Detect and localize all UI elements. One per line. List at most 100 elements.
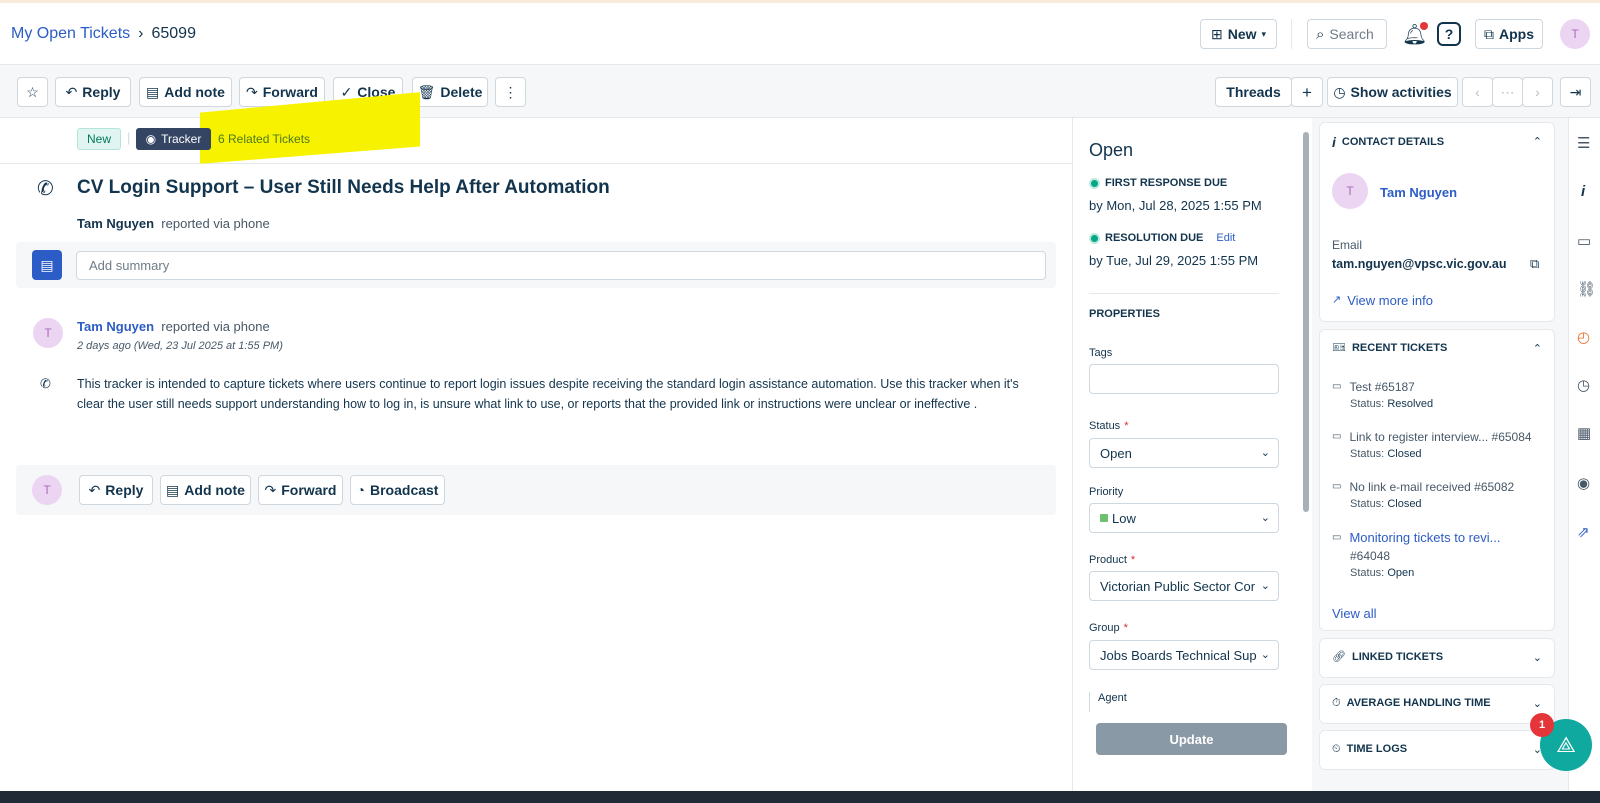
product-label-text: Product — [1089, 554, 1127, 566]
help-icon[interactable]: ? — [1437, 22, 1461, 46]
new-button[interactable]: ⊞ New ▾ — [1200, 19, 1277, 49]
resolution-edit-link[interactable]: Edit — [1216, 232, 1235, 244]
contact-details-heading: CONTACT DETAILS — [1341, 136, 1445, 148]
timer-icon[interactable]: ◴ — [1577, 328, 1590, 346]
reply-avatar: T — [32, 475, 62, 505]
average-handling-time-card[interactable]: ⏱︎ AVERAGE HANDLING TIME ⌄ — [1319, 684, 1555, 724]
stopwatch-icon[interactable]: ◷ — [1577, 376, 1590, 394]
next-ticket-button[interactable]: › — [1522, 77, 1553, 107]
recent-ticket-item[interactable]: ▭ No link e-mail received #65082 Status: … — [1332, 480, 1514, 510]
recent-ticket-number: #64048 — [1350, 549, 1391, 563]
recent-ticket-item[interactable]: ▭ Link to register interview... #65084 St… — [1332, 430, 1532, 460]
recent-tickets-header[interactable]: 🎫︎ RECENT TICKETS — [1332, 342, 1447, 354]
check-circle-icon: ✓ — [340, 84, 353, 100]
link-icon[interactable]: ⛓︎ — [1577, 280, 1596, 298]
properties-scrollbar-thumb[interactable] — [1303, 132, 1309, 512]
header-divider — [1291, 19, 1292, 49]
tracker-badge: ◉ Tracker — [136, 128, 211, 150]
first-response-due-value: by Mon, Jul 28, 2025 1:55 PM — [1089, 198, 1262, 213]
search-button[interactable]: ⌕ Search — [1307, 19, 1387, 49]
breadcrumb-my-open-tickets[interactable]: My Open Tickets — [11, 25, 130, 42]
update-button[interactable]: Update — [1096, 723, 1287, 755]
user-avatar[interactable]: T — [1560, 19, 1590, 49]
ticket-main: New | ◉ Tracker 6 Related Tickets ✆ CV Lo… — [0, 118, 1072, 791]
status-prefix: Status: — [1350, 498, 1385, 510]
message-header: Tam Nguyen reported via phone — [77, 319, 270, 334]
show-activities-button[interactable]: ◷ Show activities — [1327, 77, 1458, 107]
star-icon: ☆ — [26, 84, 39, 100]
status-select[interactable]: Open ⌄ — [1089, 438, 1279, 468]
product-select[interactable]: Victorian Public Sector Cor ⌄ — [1089, 571, 1279, 601]
reporter-name[interactable]: Tam Nguyen — [77, 216, 154, 231]
copy-icon[interactable]: ⧉ — [1530, 256, 1539, 272]
app-header: My Open Tickets › 65099 ⊞ New ▾ ⌕ Search 🔔… — [0, 3, 1600, 65]
priority-label: Priority — [1089, 486, 1124, 498]
recent-ticket-item[interactable]: ▭ Monitoring tickets to revi... #64048 St… — [1332, 530, 1500, 579]
filters-icon[interactable]: ☰ — [1577, 134, 1590, 152]
chevron-up-icon[interactable]: ⌃ — [1533, 342, 1542, 355]
product-label: Product * — [1089, 554, 1135, 566]
chevron-up-icon[interactable]: ⌃ — [1533, 135, 1542, 148]
previous-ticket-button[interactable]: ‹ — [1462, 77, 1493, 107]
add-note-button[interactable]: ▤ Add note — [139, 77, 232, 107]
chevron-down-icon: ⌄ — [1532, 652, 1542, 664]
delete-button[interactable]: 🗑︎ Delete — [412, 77, 488, 107]
summary-document-icon: ▤ — [32, 250, 62, 280]
reply-bar-reply-button[interactable]: ↶ Reply — [79, 475, 153, 505]
status-dot-icon — [1089, 177, 1100, 189]
apps-button[interactable]: ⧉ Apps — [1475, 19, 1543, 49]
recent-tickets-heading: RECENT TICKETS — [1351, 342, 1448, 354]
view-more-info-link[interactable]: ↗ View more info — [1332, 293, 1433, 308]
message-body: This tracker is intended to capture tick… — [77, 377, 1019, 411]
ticket-nav-more-button[interactable]: ⋯ — [1492, 77, 1523, 107]
ticket-icon[interactable]: ▭ — [1577, 232, 1591, 250]
toggle-sidebar-button[interactable]: ⇥ — [1560, 77, 1591, 107]
time-logs-card[interactable]: ⏲︎ TIME LOGS ⌄ — [1319, 730, 1555, 770]
chevron-right-icon: › — [138, 25, 144, 42]
message-author-name[interactable]: Tam Nguyen — [77, 319, 154, 334]
recent-ticket-title: Test #65187 — [1349, 380, 1415, 394]
view-all-link[interactable]: View all — [1332, 606, 1377, 621]
time-logs-header: ⏲︎ TIME LOGS — [1332, 743, 1407, 755]
contact-details-header[interactable]: i CONTACT DETAILS — [1332, 135, 1444, 149]
target-icon[interactable]: ◉ — [1577, 474, 1590, 492]
aht-header: ⏱︎ AVERAGE HANDLING TIME — [1332, 697, 1491, 709]
required-asterisk: * — [1124, 420, 1129, 432]
chevron-down-icon: ⌄ — [1257, 446, 1270, 459]
reply-bar-add-note-button[interactable]: ▤ Add note — [160, 475, 251, 505]
email-label: Email — [1332, 238, 1363, 252]
recent-ticket-status: Status: Open — [1332, 567, 1500, 579]
recent-ticket-status: Status: Closed — [1332, 448, 1532, 460]
product-value: Victorian Public Sector Cor — [1100, 578, 1256, 594]
linked-tickets-header: 🔗︎ LINKED TICKETS — [1332, 651, 1443, 663]
group-select[interactable]: Jobs Boards Technical Sup ⌄ — [1089, 640, 1279, 670]
status-value: Resolved — [1387, 398, 1434, 410]
calendar-icon[interactable]: ▦ — [1577, 424, 1591, 442]
integration-icon[interactable]: ⇗ — [1577, 523, 1590, 541]
plus-square-icon: ⊞ — [1210, 26, 1223, 42]
add-thread-button[interactable]: + — [1291, 77, 1323, 107]
more-options-button[interactable]: ⋮ — [495, 77, 526, 107]
status-label: Status * — [1089, 420, 1128, 432]
priority-select[interactable]: Low ⌄ — [1089, 503, 1279, 533]
recent-ticket-item[interactable]: ▭ Test #65187 Status: Resolved — [1332, 380, 1433, 410]
tags-input[interactable] — [1089, 364, 1279, 394]
recent-ticket-title: Link to register interview... #65084 — [1349, 430, 1532, 444]
related-tickets-link[interactable]: 6 Related Tickets — [218, 132, 310, 146]
info-icon[interactable]: i — [1581, 183, 1585, 200]
recent-ticket-status: Status: Resolved — [1332, 398, 1433, 410]
reply-bar-forward-button[interactable]: ↷ Forward — [258, 475, 343, 505]
summary-input[interactable]: Add summary — [76, 251, 1046, 280]
search-placeholder: Search — [1329, 26, 1374, 42]
broadcast-button[interactable]: ◔ Broadcast — [350, 475, 445, 505]
ticket-icon: ▭ — [1332, 381, 1342, 392]
right-icon-bar: ☰ i ▭ ⛓︎ ◴ ◷ ▦ ◉ ⇗ — [1568, 118, 1600, 791]
phone-icon: ✆ — [37, 178, 54, 200]
time-logs-heading: TIME LOGS — [1346, 743, 1408, 755]
threads-button[interactable]: Threads — [1215, 77, 1292, 107]
contact-name[interactable]: Tam Nguyen — [1380, 185, 1457, 200]
note-icon: ▤ — [166, 482, 180, 498]
reply-button[interactable]: ↶ Reply — [55, 77, 131, 107]
star-button[interactable]: ☆ — [17, 77, 48, 107]
linked-tickets-card[interactable]: 🔗︎ LINKED TICKETS ⌄ — [1319, 638, 1555, 678]
